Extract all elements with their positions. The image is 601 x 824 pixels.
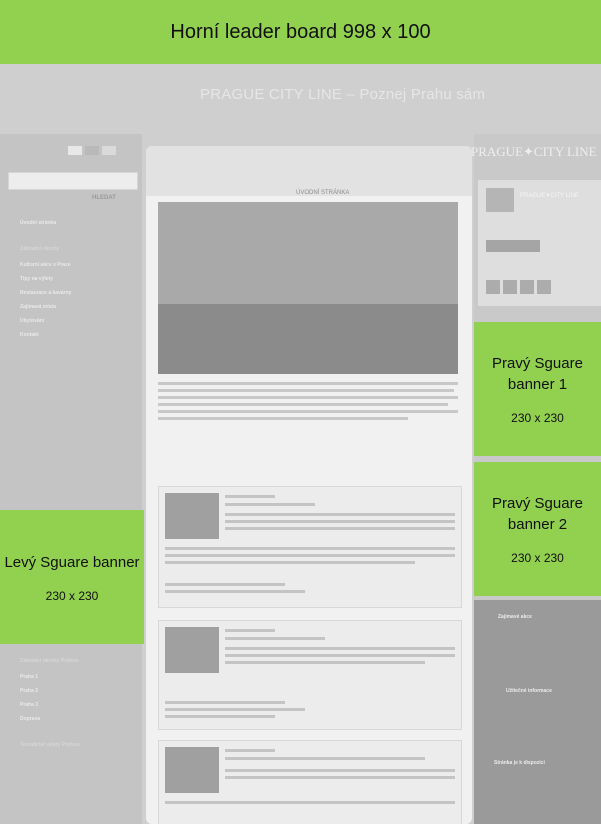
nav-item[interactable]: Ubytování [20,318,44,324]
right-square-banner-2[interactable]: Pravý Sguare banner 2 230 x 230 [474,462,601,596]
nav-item-home[interactable]: Úvodní stránka [20,220,56,226]
site-title: PRAGUE CITY LINE – Poznej Prahu sám [200,86,486,103]
page-logo-icon [486,188,514,212]
nav-item[interactable]: Kontakt [20,332,39,338]
avatar [520,280,534,294]
language-flags [68,146,116,155]
nav-heading-lower: Tematické výlety Prahou [20,742,80,748]
nav-heading: Základní okruhy [20,246,60,252]
article-card[interactable] [158,740,462,824]
nav-item[interactable]: Kulturní akce v Praze [20,262,71,268]
top-leaderboard-banner[interactable]: Horní leader board 998 x 100 [0,0,601,64]
right-banner-1-size: 230 x 230 [511,411,564,425]
prague-photo [158,202,458,374]
left-banner-size: 230 x 230 [45,588,99,603]
left-square-banner[interactable]: Levý Sguare banner 230 x 230 [0,510,144,644]
right-banner-2-title: Pravý Sguare banner 2 [492,495,583,533]
nav-item[interactable]: Tipy na výlety [20,276,53,282]
nav-item[interactable]: Praha 2 [20,688,38,694]
article-card[interactable] [158,486,462,608]
right-promo-area: Zajímavé akce Užitečné informace Stránka… [474,600,601,824]
skyline-header-image [146,146,472,196]
facebook-widget[interactable]: PRAGUE✦CITY LINE [478,180,601,306]
right-link[interactable]: Stránka je k dispozici [494,760,545,766]
right-link[interactable]: Užitečné informace [506,688,552,694]
right-link[interactable]: Zajímavé akce [498,614,532,620]
article-card[interactable] [158,620,462,730]
nav-item[interactable]: Restaurace a kavárny [20,290,71,296]
nav-heading-lower: Základní okruhy Prahou [20,658,79,664]
left-sidebar: HLEDAT Úvodní stránka Základní okruhy Ku… [0,134,142,824]
right-square-banner-1[interactable]: Pravý Sguare banner 1 230 x 230 [474,322,601,456]
like-button[interactable] [486,240,540,252]
fan-faces [486,280,551,294]
flag-cz-icon[interactable] [68,146,82,155]
nav-item[interactable]: Zajímavá místa [20,304,56,310]
home-page-label: ÚVODNÍ STRÁNKA [296,190,350,196]
main-content: ÚVODNÍ STRÁNKA [146,146,472,824]
avatar [503,280,517,294]
site-brand-logo: PRAGUE✦CITY LINE [471,144,597,159]
search-input[interactable] [8,172,138,190]
left-banner-title: Levý Sguare banner [4,553,140,571]
facebook-page-name: PRAGUE✦CITY LINE [520,193,579,199]
nav-item[interactable]: Praha 1 [20,674,38,680]
avatar [537,280,551,294]
right-banner-1-title: Pravý Sguare banner 1 [492,355,583,393]
article-thumbnail [165,747,219,793]
article-thumbnail [165,493,219,539]
nav-item[interactable]: Praha 3 [20,702,38,708]
right-banner-2-size: 230 x 230 [511,551,564,565]
avatar [486,280,500,294]
search-button[interactable]: HLEDAT [92,195,116,201]
top-leaderboard-label: Horní leader board 998 x 100 [170,20,431,43]
article-thumbnail [165,627,219,673]
flag-de-icon[interactable] [102,146,116,155]
nav-item[interactable]: Doprava [20,716,40,722]
flag-uk-icon[interactable] [85,146,99,155]
